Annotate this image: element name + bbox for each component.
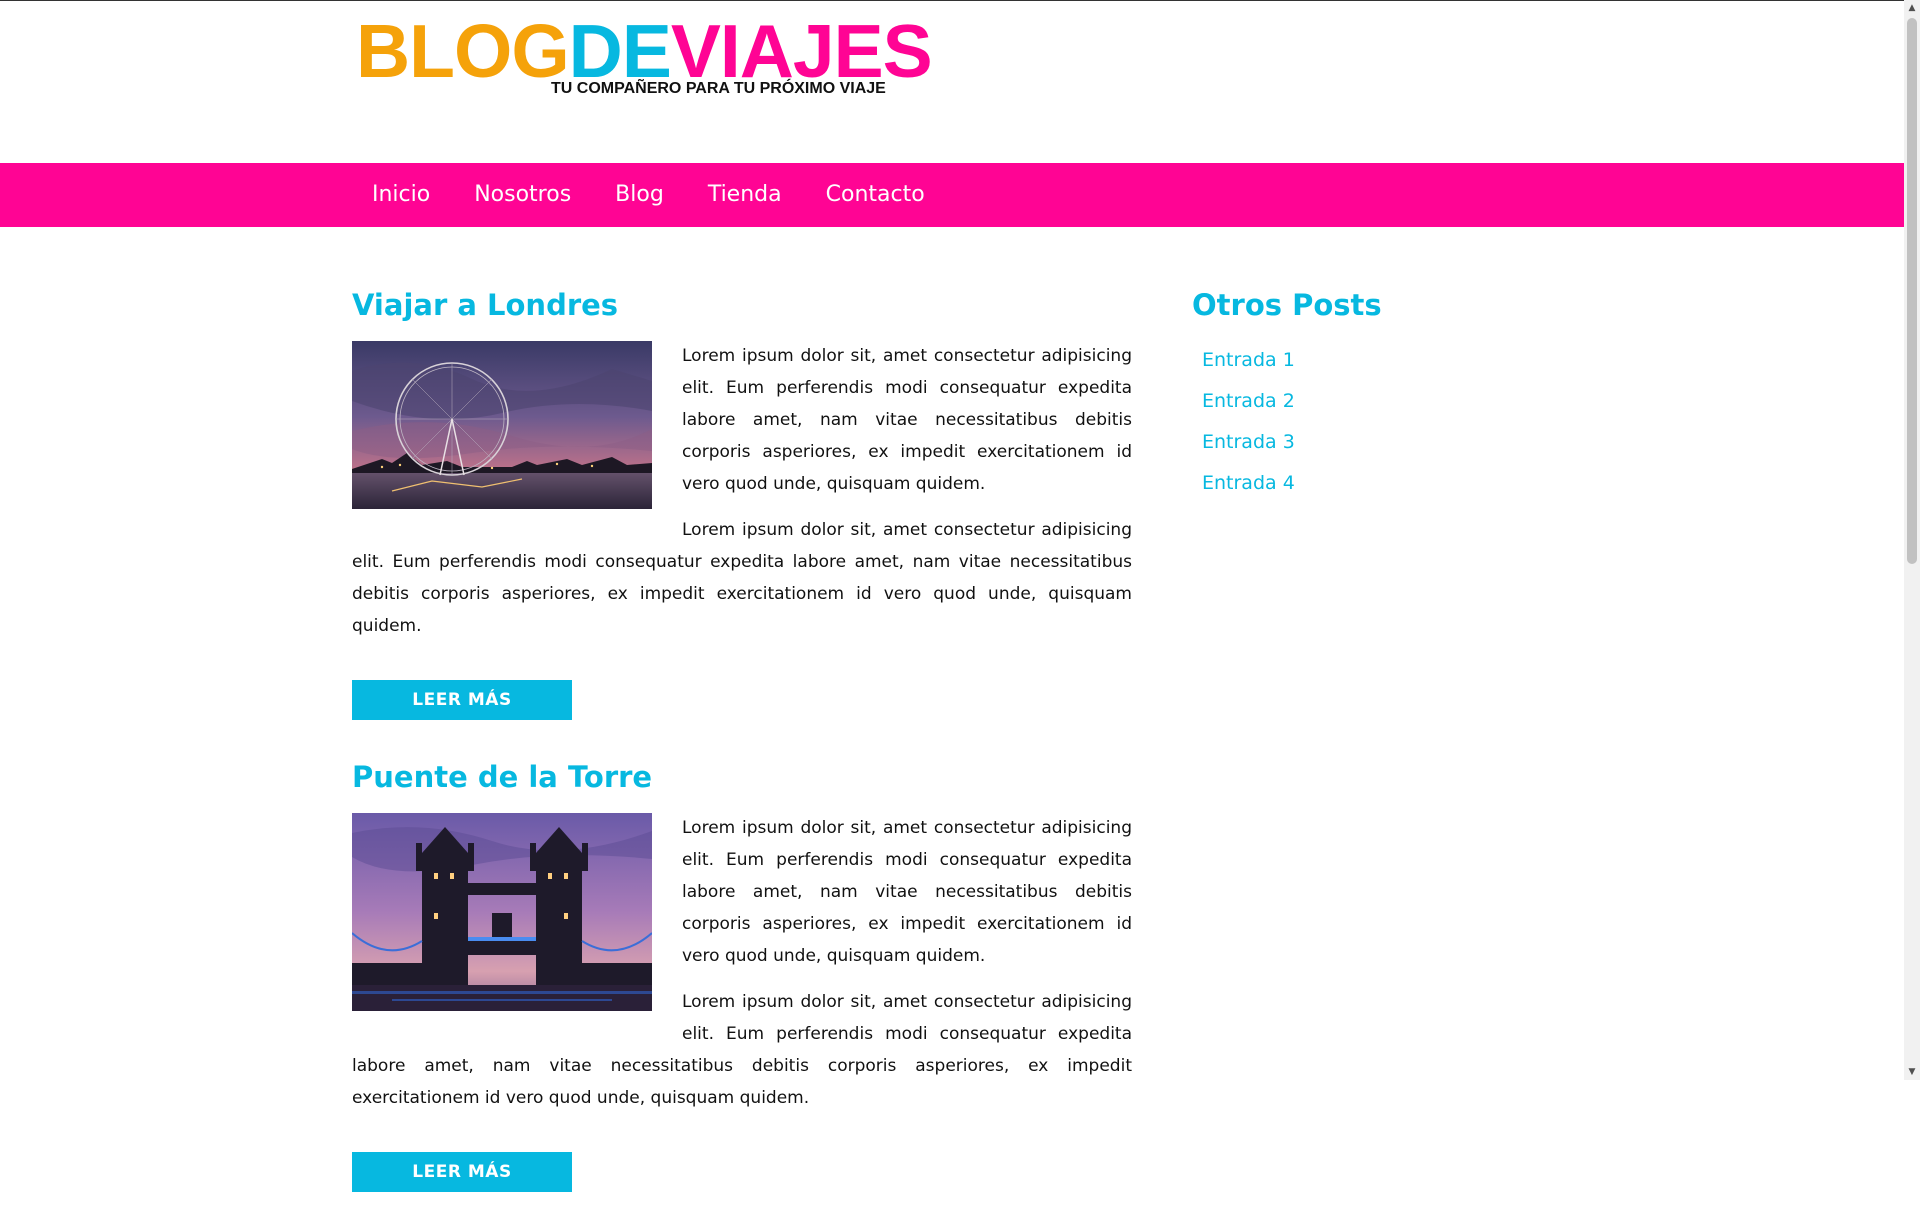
nav-link-tienda[interactable]: Tienda (686, 163, 804, 227)
post-paragraph: Lorem ipsum dolor sit, amet consectetur … (352, 520, 1132, 636)
sidebar-link-entrada-3[interactable]: Entrada 3 (1202, 431, 1295, 453)
nav-item-blog: Blog (593, 163, 686, 227)
page-scrollbar[interactable]: ▲ ▼ (1904, 0, 1920, 1080)
post-title[interactable]: Puente de la Torre (352, 742, 1132, 812)
read-more-button[interactable]: LEER MÁS (352, 1152, 572, 1192)
nav-item-nosotros: Nosotros (452, 163, 593, 227)
post-body: Lorem ipsum dolor sit, amet consectetur … (352, 340, 1132, 656)
read-more-button[interactable]: LEER MÁS (352, 680, 572, 720)
sidebar-item: Entrada 4 (1202, 463, 1492, 504)
london-eye-photo[interactable] (352, 341, 652, 509)
nav-link-nosotros[interactable]: Nosotros (452, 163, 593, 227)
logo-tagline: TU COMPAÑERO PARA TU PRÓXIMO VIAJE (551, 80, 886, 97)
site-logo[interactable]: BLOGDEVIAJES TU COMPAÑERO PARA TU PRÓXIM… (356, 14, 933, 104)
sidebar-item: Entrada 2 (1202, 381, 1492, 422)
nav-list: Inicio Nosotros Blog Tienda Contacto (350, 163, 947, 227)
scroll-up-arrow-icon[interactable]: ▲ (1904, 0, 1920, 16)
sidebar-link-entrada-4[interactable]: Entrada 4 (1202, 472, 1295, 494)
main-navigation: Inicio Nosotros Blog Tienda Contacto (0, 163, 1904, 227)
sidebar-item: Entrada 1 (1202, 340, 1492, 381)
nav-item-inicio: Inicio (350, 163, 452, 227)
nav-item-tienda: Tienda (686, 163, 804, 227)
blog-posts: Viajar a Londres Lorem ipsum dolor sit, … (352, 270, 1132, 1214)
sidebar-item: Entrada 3 (1202, 422, 1492, 463)
blog-post: Viajar a Londres Lorem ipsum dolor sit, … (352, 270, 1132, 720)
nav-link-blog[interactable]: Blog (593, 163, 686, 227)
tower-bridge-photo[interactable] (352, 813, 652, 1011)
sidebar-title: Otros Posts (1192, 288, 1382, 322)
sidebar: Otros Posts Entrada 1 Entrada 2 Entrada … (1192, 270, 1492, 504)
scroll-down-arrow-icon[interactable]: ▼ (1904, 1064, 1920, 1080)
top-border (0, 0, 1904, 1)
nav-item-contacto: Contacto (804, 163, 947, 227)
sidebar-link-entrada-1[interactable]: Entrada 1 (1202, 349, 1295, 371)
logo-wordmark: BLOGDEVIAJES (356, 14, 933, 89)
sidebar-link-entrada-2[interactable]: Entrada 2 (1202, 390, 1295, 412)
logo-part-blog: BLOG (356, 9, 570, 93)
nav-link-contacto[interactable]: Contacto (804, 163, 947, 227)
scrollbar-thumb[interactable] (1907, 18, 1917, 564)
blog-post: Puente de la Torre Lorem ipsum dolor sit… (352, 742, 1132, 1192)
nav-link-inicio[interactable]: Inicio (350, 163, 452, 227)
sidebar-list: Entrada 1 Entrada 2 Entrada 3 Entrada 4 (1192, 340, 1492, 504)
post-title[interactable]: Viajar a Londres (352, 270, 1132, 340)
post-body: Lorem ipsum dolor sit, amet consectetur … (352, 812, 1132, 1128)
